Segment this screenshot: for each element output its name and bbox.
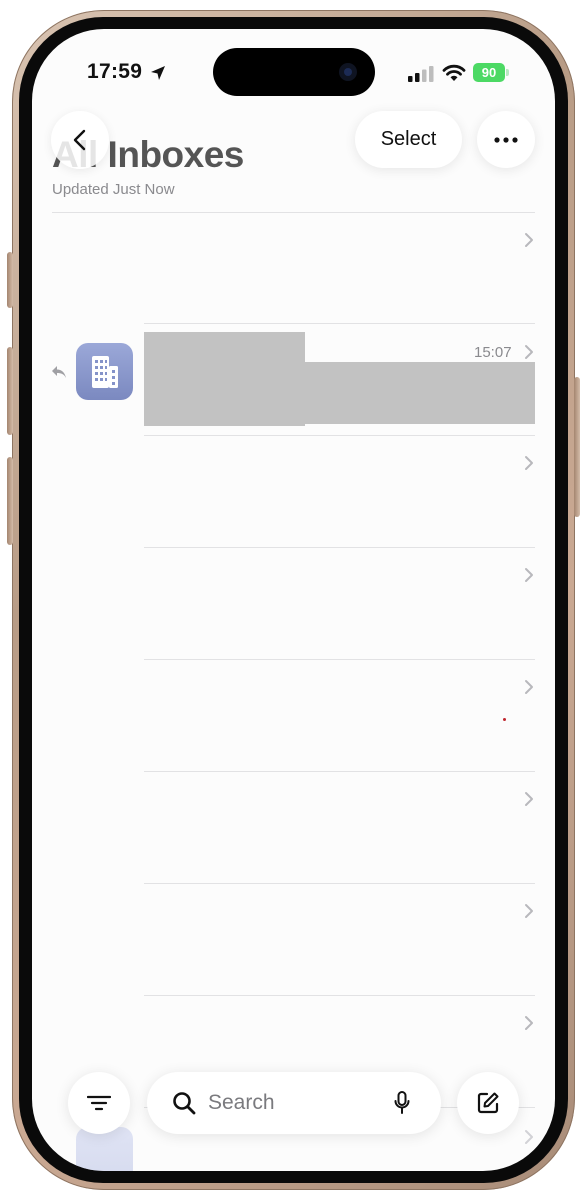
battery-tip xyxy=(506,69,509,76)
chevron-left-icon xyxy=(73,129,86,151)
battery-level: 90 xyxy=(473,63,505,82)
cellular-signal-icon xyxy=(408,66,434,82)
sender-avatar-partial xyxy=(76,1127,133,1171)
update-status: Updated Just Now xyxy=(52,181,175,198)
list-item[interactable] xyxy=(32,884,555,995)
list-item[interactable] xyxy=(32,213,555,323)
battery-indicator: 90 xyxy=(473,63,509,82)
chevron-right-icon xyxy=(525,568,533,582)
status-time: 17:59 xyxy=(87,60,143,83)
chevron-right-icon xyxy=(525,904,533,918)
search-bar[interactable]: Search xyxy=(147,1072,441,1134)
message-time: 15:07 xyxy=(474,344,512,361)
location-arrow-icon xyxy=(151,66,165,80)
list-item[interactable] xyxy=(32,660,555,771)
search-input[interactable]: Search xyxy=(208,1091,275,1115)
chevron-right-icon xyxy=(525,680,533,694)
wifi-icon xyxy=(442,64,466,81)
power-button xyxy=(574,377,580,517)
chevron-right-icon xyxy=(525,792,533,806)
action-button xyxy=(7,252,13,308)
chevron-right-icon xyxy=(525,1016,533,1030)
select-button[interactable]: Select xyxy=(355,111,462,168)
building-icon xyxy=(91,355,118,388)
dynamic-island xyxy=(213,48,375,96)
chevron-right-icon xyxy=(525,456,533,470)
search-icon xyxy=(173,1092,196,1115)
compose-button[interactable] xyxy=(457,1072,519,1134)
battery-percent: 90 xyxy=(481,65,497,80)
list-item[interactable] xyxy=(32,436,555,547)
ellipsis-icon xyxy=(494,136,518,143)
redacted-preview xyxy=(144,362,535,424)
list-item[interactable] xyxy=(32,548,555,659)
chevron-right-icon xyxy=(525,345,533,359)
back-button[interactable] xyxy=(51,111,109,169)
compose-icon xyxy=(477,1092,499,1114)
camera-icon xyxy=(339,63,357,81)
replied-icon xyxy=(52,366,66,378)
filter-button[interactable] xyxy=(68,1072,130,1134)
microphone-icon[interactable] xyxy=(394,1091,410,1115)
volume-up-button xyxy=(7,347,13,435)
volume-down-button xyxy=(7,457,13,545)
list-item[interactable] xyxy=(32,772,555,883)
filter-icon xyxy=(87,1095,111,1111)
unread-dot xyxy=(503,718,506,721)
message-row[interactable]: 15:07 xyxy=(32,324,555,435)
chevron-right-icon xyxy=(525,233,533,247)
screen: 17:59 90 All Inboxes Updated Just Now Se… xyxy=(32,29,555,1171)
sender-avatar xyxy=(76,343,133,400)
more-button[interactable] xyxy=(477,111,535,168)
chevron-right-icon xyxy=(525,1130,533,1144)
